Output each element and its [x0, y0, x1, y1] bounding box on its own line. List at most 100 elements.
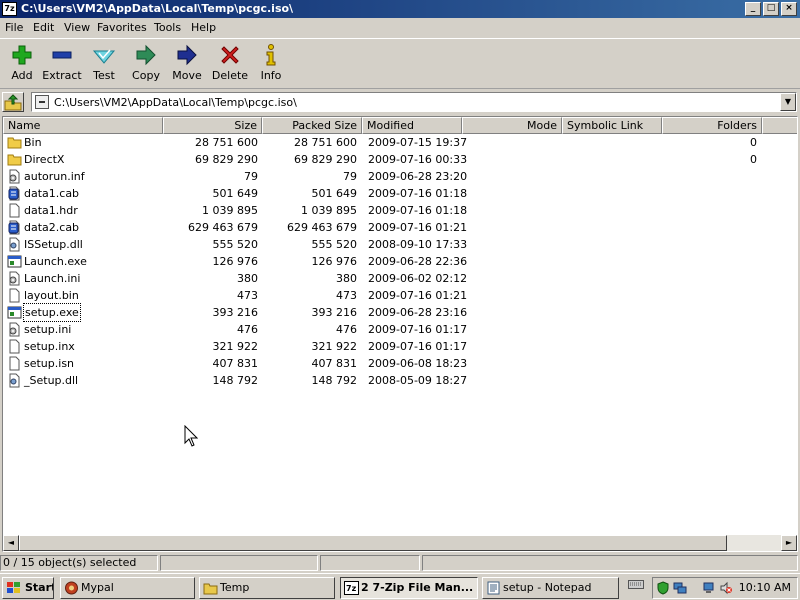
column-size[interactable]: Size [163, 117, 262, 134]
file-row[interactable]: Bin 28 751 600 28 751 600 2009-07-15 19:37 0 [3, 134, 763, 151]
file-list[interactable]: Name Size Packed Size Modified Mode Symb… [2, 116, 798, 552]
copy-button[interactable]: Copy [124, 43, 168, 85]
horizontal-scrollbar[interactable]: ◄ ► [3, 535, 797, 551]
extract-button[interactable]: Extract [40, 43, 84, 85]
column-mode[interactable]: Mode [462, 117, 562, 134]
file-name: data1.cab [24, 187, 80, 200]
start-button[interactable]: Start [2, 577, 54, 599]
file-row[interactable]: data1.hdr 1 039 895 1 039 895 2009-07-16 01… [3, 202, 763, 219]
menu-view[interactable]: View [64, 21, 90, 34]
volume-muted-icon[interactable] [719, 581, 733, 595]
cab-file-icon [7, 186, 22, 201]
taskbar-item-notepad[interactable]: setup - Notepad [482, 577, 619, 599]
close-button[interactable]: × [781, 2, 797, 16]
file-row[interactable]: Launch.ini 380 380 2009-06-02 02:12 [3, 270, 763, 287]
column-name[interactable]: Name [3, 117, 163, 134]
taskbar-item-mypal[interactable]: Mypal [60, 577, 195, 599]
file-name: Launch.ini [24, 272, 81, 285]
file-size: 629 463 679 [188, 221, 258, 234]
file-size: 555 520 [212, 238, 259, 251]
menu-help[interactable]: Help [191, 21, 216, 34]
file-row[interactable]: setup.ini 476 476 2009-07-16 01:17 [3, 321, 763, 338]
file-name: data1.hdr [24, 204, 78, 217]
file-row[interactable]: autorun.inf 79 79 2009-06-28 23:20 [3, 168, 763, 185]
file-size: 476 [237, 323, 258, 336]
delete-button[interactable]: Delete [208, 43, 252, 85]
file-name: setup.exe [23, 303, 81, 322]
column-symbolic-link[interactable]: Symbolic Link [562, 117, 662, 134]
copy-arrow-icon [124, 43, 168, 67]
up-folder-button[interactable] [2, 92, 24, 112]
file-row[interactable]: data1.cab 501 649 501 649 2009-07-16 01:18 [3, 185, 763, 202]
move-arrow-icon [165, 43, 209, 67]
toolbar: Add Extract Test Copy Move Delete Info [0, 38, 800, 86]
file-row[interactable]: DirectX 69 829 290 69 829 290 2009-07-16 00… [3, 151, 763, 168]
file-name: Bin [24, 136, 42, 149]
file-folders [662, 321, 757, 338]
file-row[interactable]: setup.inx 321 922 321 922 2009-07-16 01:17 [3, 338, 763, 355]
delete-label: Delete [211, 69, 249, 82]
menu-file[interactable]: File [5, 21, 23, 34]
column-packed-size[interactable]: Packed Size [262, 117, 362, 134]
file-row[interactable]: Launch.exe 126 976 126 976 2009-06-28 22:36 [3, 253, 763, 270]
address-dropdown-button[interactable]: ▼ [780, 93, 796, 111]
security-shield-icon[interactable] [656, 581, 670, 595]
file-modified: 2009-07-16 01:17 [368, 323, 468, 336]
menu-edit[interactable]: Edit [33, 21, 54, 34]
settings-file-icon [7, 169, 22, 184]
file-packed-size: 473 [336, 289, 357, 302]
file-name: setup.inx [24, 340, 75, 353]
taskbar-item-label: Temp [220, 581, 250, 594]
file-row[interactable]: _Setup.dll 148 792 148 792 2008-05-09 18:27 [3, 372, 763, 389]
taskbar-item-temp[interactable]: Temp [199, 577, 335, 599]
file-modified: 2009-06-08 18:23 [368, 357, 468, 370]
file-row[interactable]: setup.isn 407 831 407 831 2009-06-08 18:23 [3, 355, 763, 372]
file-folders: 0 [750, 153, 757, 166]
delete-x-icon [208, 43, 252, 67]
file-packed-size: 28 751 600 [294, 136, 357, 149]
file-row[interactable]: ISSetup.dll 555 520 555 520 2008-09-10 17:3… [3, 236, 763, 253]
maximize-button[interactable]: □ [763, 2, 779, 16]
file-row[interactable]: setup.exe 393 216 393 216 2009-06-28 23:16 [3, 303, 763, 322]
settings-file-icon [7, 271, 22, 286]
file-modified: 2009-06-28 23:16 [368, 306, 468, 319]
file-size: 1 039 895 [202, 204, 258, 217]
blank-file-icon [7, 288, 22, 303]
add-label: Add [11, 69, 33, 82]
file-packed-size: 1 039 895 [301, 204, 357, 217]
address-input[interactable]: C:\Users\VM2\AppData\Local\Temp\pcgc.iso… [31, 92, 797, 112]
taskbar-item-7zip[interactable]: 7z 2 7-Zip File Man... [340, 577, 478, 599]
minimize-button[interactable]: _ [745, 2, 761, 16]
column-modified[interactable]: Modified [362, 117, 462, 134]
column-folders[interactable]: Folders [662, 117, 762, 134]
file-modified: 2008-09-10 17:33 [368, 238, 468, 251]
column-header-row: Name Size Packed Size Modified Mode Symb… [3, 117, 797, 134]
menu-favorites[interactable]: Favorites [97, 21, 147, 34]
scroll-thumb[interactable] [19, 535, 727, 551]
file-packed-size: 393 216 [311, 306, 358, 319]
file-modified: 2009-07-16 01:18 [368, 187, 468, 200]
test-label: Test [93, 69, 115, 82]
browser-icon [64, 581, 79, 595]
add-button[interactable]: Add [0, 43, 44, 85]
7zip-app-icon[interactable]: 7z [2, 2, 17, 16]
start-label: Start [25, 581, 54, 594]
file-modified: 2009-07-16 01:17 [368, 340, 468, 353]
file-folders: 0 [750, 136, 757, 149]
network-icon[interactable] [673, 581, 687, 595]
file-modified: 2009-07-16 01:21 [368, 289, 468, 302]
clock[interactable]: 10:10 AM [739, 581, 791, 594]
file-row[interactable]: layout.bin 473 473 2009-07-16 01:21 [3, 287, 763, 304]
file-modified: 2009-06-28 22:36 [368, 255, 468, 268]
menu-tools[interactable]: Tools [154, 21, 181, 34]
file-row[interactable]: data2.cab 629 463 679 629 463 679 2009-07-1… [3, 219, 763, 236]
notepad-icon [486, 581, 501, 595]
keyboard-icon[interactable] [628, 577, 644, 591]
test-button[interactable]: Test [82, 43, 126, 85]
scroll-left-button[interactable]: ◄ [3, 535, 19, 551]
info-button[interactable]: Info [249, 43, 293, 85]
move-button[interactable]: Move [165, 43, 209, 85]
scroll-right-button[interactable]: ► [781, 535, 797, 551]
network-status-icon[interactable] [703, 581, 717, 595]
status-pane-4 [422, 555, 798, 571]
